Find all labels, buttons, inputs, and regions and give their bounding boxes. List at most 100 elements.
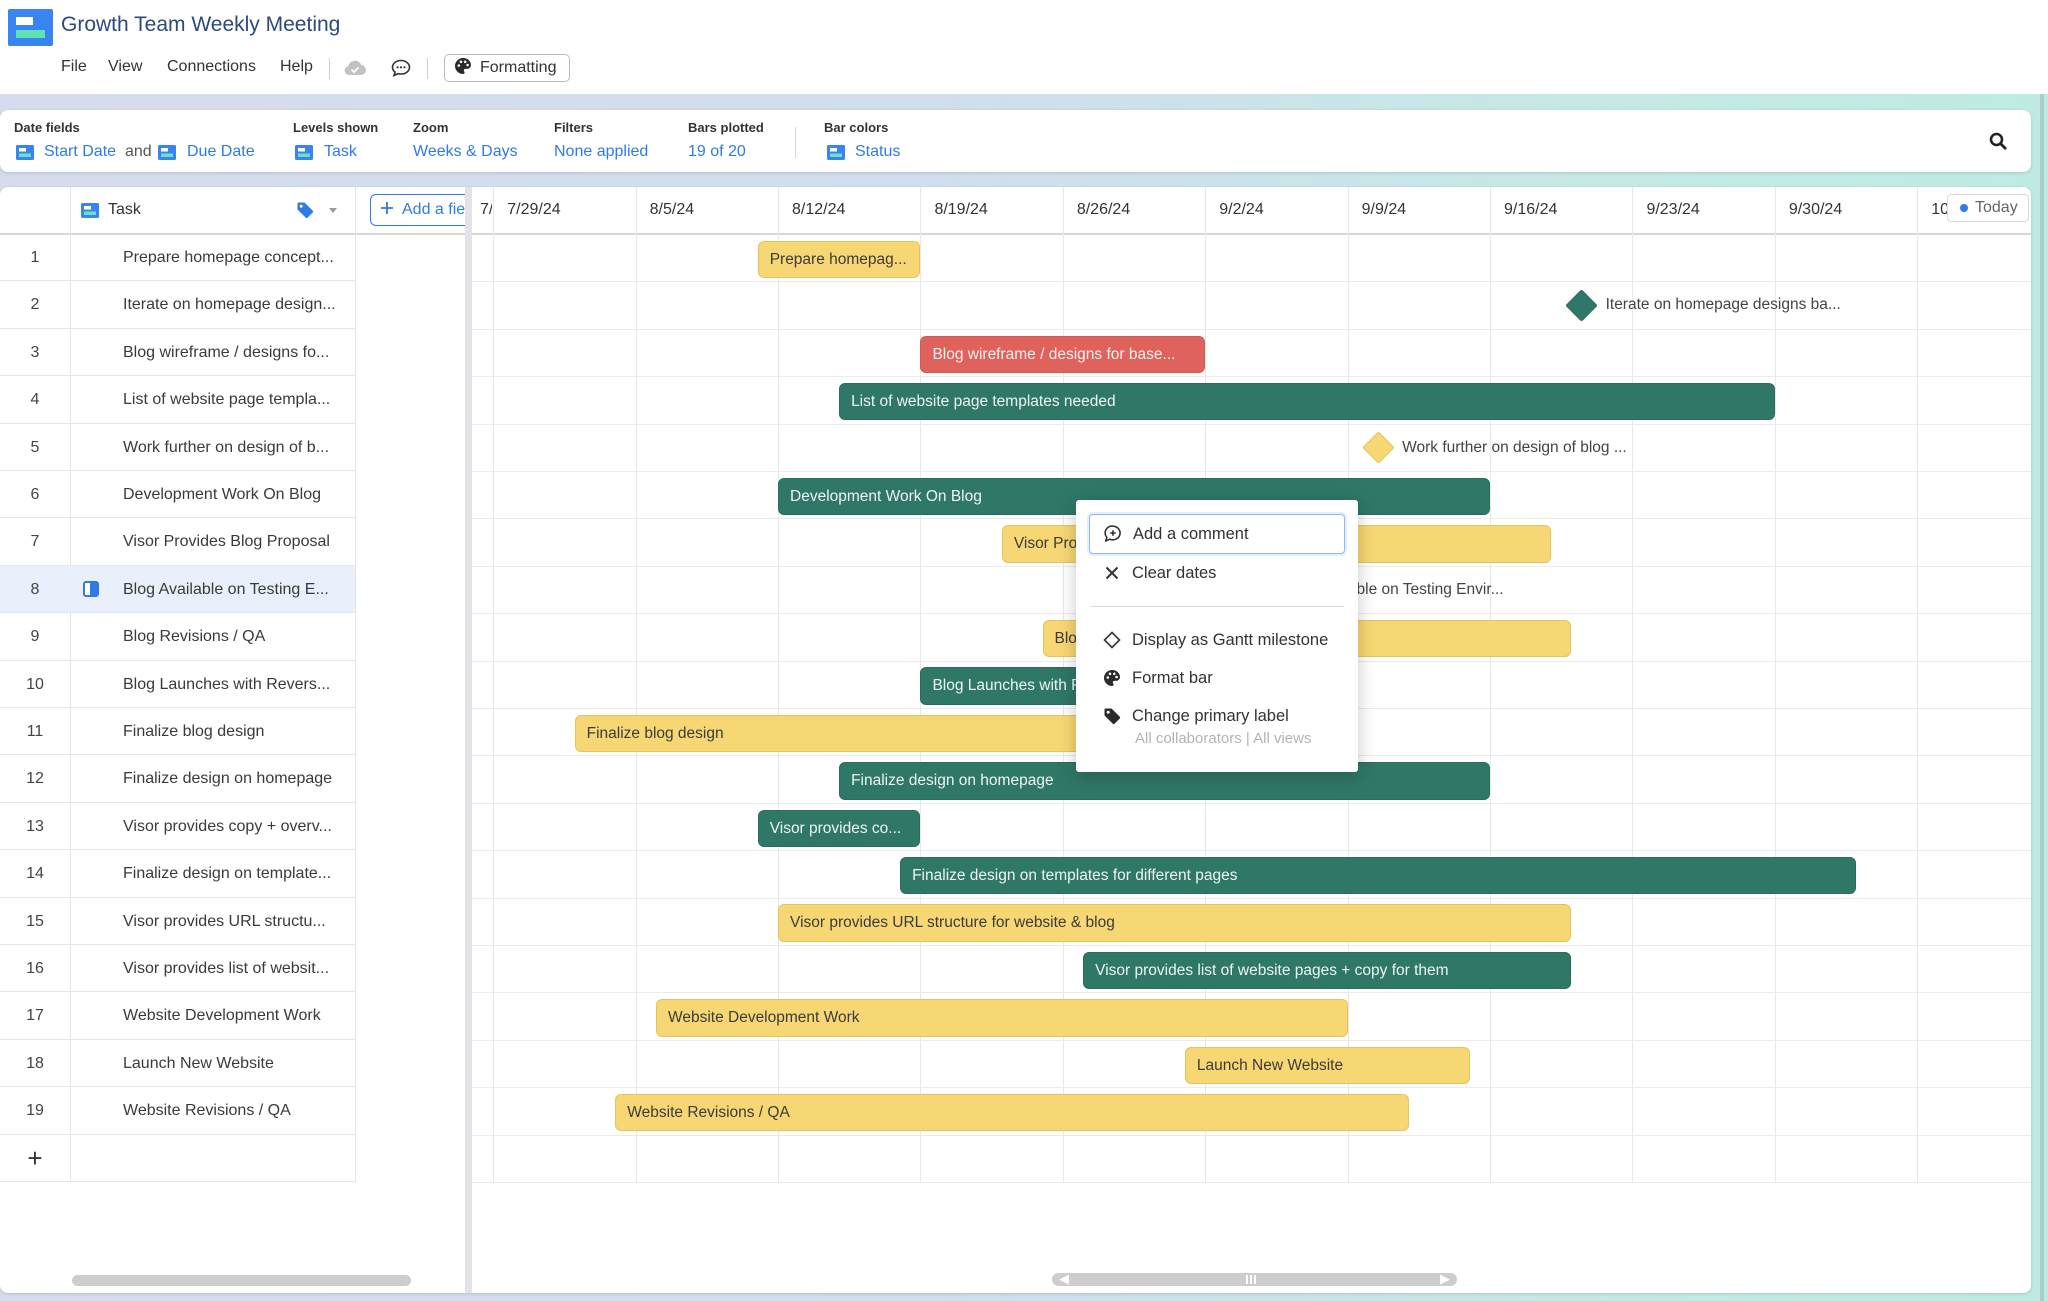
menu-connections[interactable]: Connections bbox=[167, 58, 256, 76]
menu-help[interactable]: Help bbox=[280, 58, 313, 76]
row-number: 3 bbox=[30, 343, 40, 361]
start-date-field[interactable]: Start Date bbox=[44, 143, 116, 161]
table-icon bbox=[295, 145, 313, 165]
zoom-value[interactable]: Weeks & Days bbox=[413, 143, 518, 161]
table-row[interactable]: 16 Visor provides list of websit... bbox=[0, 945, 355, 993]
date-field-icon bbox=[16, 145, 34, 165]
scroll-grip-icon[interactable] bbox=[1246, 1275, 1256, 1284]
gantt-bar[interactable]: Website Revisions / QA bbox=[615, 1093, 1409, 1132]
formatting-button[interactable]: Formatting bbox=[444, 54, 570, 82]
gantt-bar[interactable]: List of website page templates needed bbox=[839, 382, 1775, 421]
gantt-bar[interactable]: Blog wireframe / designs for base... bbox=[920, 335, 1206, 374]
table-row[interactable]: 9 Blog Revisions / QA bbox=[0, 613, 355, 661]
task-name-cell[interactable]: Website Development Work bbox=[123, 992, 347, 1039]
menu-divider bbox=[427, 58, 428, 79]
app-logo-icon[interactable] bbox=[8, 9, 53, 46]
task-name-cell[interactable]: Work further on design of b... bbox=[123, 424, 347, 471]
table-row[interactable]: 11 Finalize blog design bbox=[0, 708, 355, 756]
task-name-cell[interactable]: Visor provides URL structu... bbox=[123, 898, 347, 945]
menu-item-format-bar[interactable]: Format bar bbox=[1089, 659, 1345, 697]
table-row[interactable]: 10 Blog Launches with Revers... bbox=[0, 661, 355, 708]
table-row[interactable]: 12 Finalize design on homepage bbox=[0, 755, 355, 803]
expand-record-icon[interactable] bbox=[83, 580, 99, 597]
task-name-cell[interactable]: List of website page templa... bbox=[123, 376, 347, 423]
row-number: 4 bbox=[30, 391, 40, 409]
bars-plotted-value[interactable]: 19 of 20 bbox=[688, 143, 746, 161]
add-field-button[interactable]: Add a field bbox=[370, 194, 465, 226]
scroll-left-arrow-icon[interactable]: ◀ bbox=[1059, 1271, 1069, 1287]
task-name-cell[interactable]: Finalize design on template... bbox=[123, 850, 347, 897]
filters-value[interactable]: None applied bbox=[554, 143, 648, 161]
menu-file[interactable]: File bbox=[61, 58, 87, 76]
task-name-cell[interactable]: Blog Available on Testing E... bbox=[123, 566, 347, 613]
task-name-cell[interactable]: Visor provides list of websit... bbox=[123, 945, 347, 992]
table-row[interactable]: 19 Website Revisions / QA bbox=[0, 1087, 355, 1135]
scroll-right-arrow-icon[interactable]: ▶ bbox=[1440, 1271, 1450, 1287]
menu-view[interactable]: View bbox=[108, 58, 142, 76]
gantt-milestone-diamond[interactable] bbox=[1565, 288, 1598, 322]
table-row[interactable]: 14 Finalize design on template... bbox=[0, 850, 355, 898]
menu-item-clear-dates[interactable]: Clear dates bbox=[1089, 554, 1345, 592]
table-row[interactable]: 4 List of website page templa... bbox=[0, 376, 355, 424]
gantt-bar[interactable]: Finalize design on templates for differe… bbox=[900, 856, 1857, 895]
timeline-horizontal-scrollbar[interactable]: ◀ ▶ bbox=[1052, 1271, 1457, 1287]
table-row[interactable]: 3 Blog wireframe / designs fo... bbox=[0, 329, 355, 377]
gantt-bar[interactable]: Visor provides co... bbox=[757, 809, 921, 848]
task-name-cell[interactable]: Launch New Website bbox=[123, 1040, 347, 1087]
table-row[interactable]: 1 Prepare homepage concept... bbox=[0, 234, 355, 282]
levels-shown-label: Levels shown bbox=[293, 120, 379, 135]
palette-icon bbox=[1102, 669, 1122, 687]
gantt-bar[interactable]: Launch New Website bbox=[1184, 1046, 1470, 1085]
gantt-bar-label: Visor provides co... bbox=[769, 819, 902, 837]
pane-resize-handle[interactable] bbox=[465, 187, 472, 1293]
task-name-cell[interactable]: Visor Provides Blog Proposal bbox=[123, 518, 347, 565]
task-name-cell[interactable]: Finalize design on homepage bbox=[123, 755, 347, 802]
gantt-bar[interactable]: Visor provides URL structure for website… bbox=[778, 904, 1572, 942]
close-icon bbox=[1102, 566, 1122, 580]
search-icon[interactable] bbox=[1988, 131, 2010, 153]
table-row[interactable]: 18 Launch New Website bbox=[0, 1040, 355, 1088]
table-row[interactable]: 15 Visor provides URL structu... bbox=[0, 898, 355, 945]
task-name-cell[interactable]: Blog Launches with Revers... bbox=[123, 661, 347, 708]
task-name-cell[interactable]: Finalize blog design bbox=[123, 708, 347, 755]
row-number: 6 bbox=[30, 486, 40, 503]
table-row[interactable]: 7 Visor Provides Blog Proposal bbox=[0, 518, 355, 566]
bar-colors-value[interactable]: Status bbox=[855, 143, 900, 161]
row-number: 9 bbox=[30, 628, 40, 646]
column-header-task[interactable]: Task bbox=[108, 201, 141, 219]
task-name-cell[interactable]: Blog Revisions / QA bbox=[123, 613, 347, 660]
gantt-bar[interactable]: Website Development Work bbox=[655, 999, 1348, 1037]
due-date-field[interactable]: Due Date bbox=[187, 143, 255, 161]
levels-shown-value[interactable]: Task bbox=[324, 143, 357, 161]
gantt-bar[interactable]: Visor provides list of website pages + c… bbox=[1083, 951, 1572, 990]
gantt-bar[interactable]: Prepare homepag... bbox=[757, 240, 921, 279]
add-row[interactable]: + bbox=[0, 1135, 355, 1182]
table-row[interactable]: 6 Development Work On Blog bbox=[0, 471, 355, 519]
table-horizontal-scrollbar[interactable] bbox=[72, 1275, 411, 1286]
app-title[interactable]: Growth Team Weekly Meeting bbox=[61, 13, 340, 37]
task-name-cell[interactable]: Website Revisions / QA bbox=[123, 1087, 347, 1134]
add-row-button[interactable]: + bbox=[0, 1135, 70, 1182]
task-name-cell[interactable]: Visor provides copy + overv... bbox=[123, 803, 347, 850]
task-name-cell[interactable]: Iterate on homepage design... bbox=[123, 281, 347, 328]
table-row[interactable]: 5 Work further on design of b... bbox=[0, 424, 355, 471]
table-row[interactable]: 13 Visor provides copy + overv... bbox=[0, 803, 355, 851]
cloud-sync-icon[interactable] bbox=[343, 60, 367, 81]
menu-item-display-as-milestone[interactable]: Display as Gantt milestone bbox=[1089, 621, 1345, 659]
gantt-milestone-diamond[interactable] bbox=[1361, 431, 1395, 464]
menu-item-label: Display as Gantt milestone bbox=[1132, 630, 1329, 649]
task-name-cell[interactable]: Prepare homepage concept... bbox=[123, 234, 347, 281]
chevron-down-icon[interactable] bbox=[329, 208, 337, 213]
table-row[interactable]: 17 Website Development Work bbox=[0, 992, 355, 1040]
record-table: Task Add a field 1 Prepare homepage conce… bbox=[0, 187, 465, 1293]
table-row[interactable]: 2 Iterate on homepage design... bbox=[0, 281, 355, 329]
task-name-cell[interactable]: Blog wireframe / designs fo... bbox=[123, 329, 347, 376]
task-name-cell[interactable]: Development Work On Blog bbox=[123, 471, 347, 518]
palette-icon bbox=[454, 57, 472, 80]
table-row[interactable]: 8 Blog Available on Testing E... bbox=[0, 565, 355, 614]
menu-item-add-comment[interactable]: Add a comment bbox=[1089, 514, 1345, 554]
today-button[interactable]: Today bbox=[1947, 194, 2029, 222]
comments-icon[interactable] bbox=[391, 59, 411, 82]
tag-icon[interactable] bbox=[296, 201, 314, 224]
row-number: 19 bbox=[26, 1102, 44, 1120]
